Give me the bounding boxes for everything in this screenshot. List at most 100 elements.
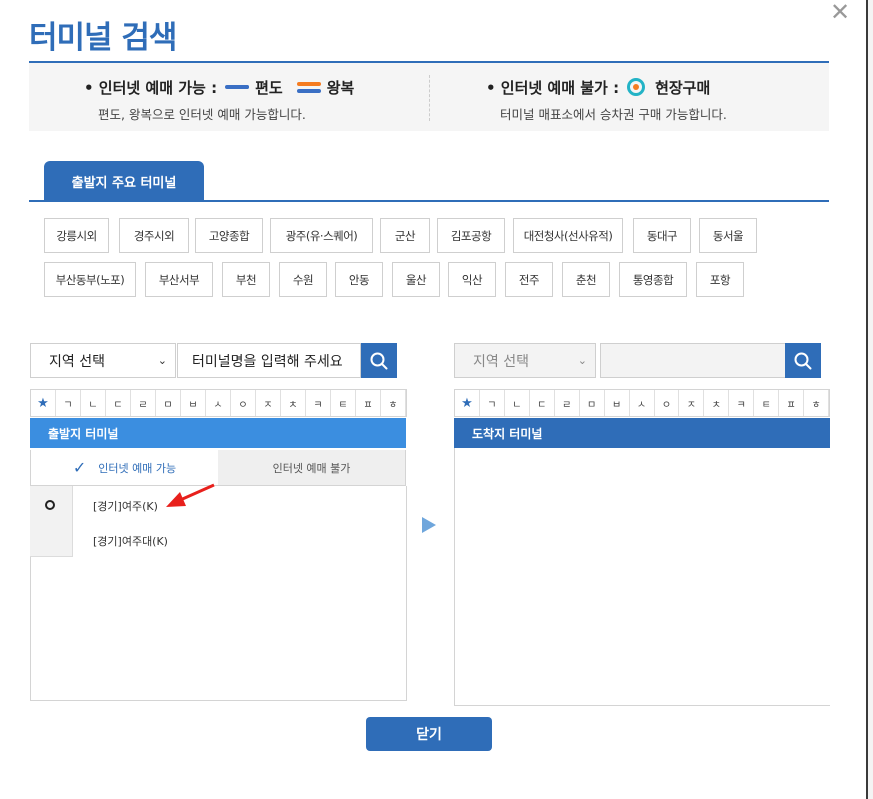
departure-list-gutter <box>30 486 73 557</box>
terminal-chip[interactable]: 부산동부(노포) <box>44 262 136 297</box>
consonant-filter[interactable]: ㅂ <box>181 390 206 416</box>
terminal-chip[interactable]: 대전청사(선사유적) <box>513 218 623 253</box>
oneway-label: 편도 <box>255 78 283 97</box>
consonant-filter[interactable]: ㄹ <box>555 390 580 416</box>
consonant-filter[interactable]: ㅎ <box>804 390 830 416</box>
arrival-search-button[interactable] <box>785 343 821 378</box>
terminal-chip[interactable]: 군산 <box>380 218 430 253</box>
search-icon <box>794 352 812 369</box>
consonant-filter[interactable]: ㅍ <box>356 390 381 416</box>
consonant-filter[interactable]: ㅌ <box>331 390 356 416</box>
close-button[interactable]: 닫기 <box>366 717 492 751</box>
arrival-search-input[interactable] <box>600 343 786 378</box>
consonant-filter[interactable]: ㅇ <box>655 390 680 416</box>
terminal-chip[interactable]: 김포공항 <box>437 218 505 253</box>
consonant-filter[interactable]: ㅇ <box>231 390 256 416</box>
terminal-chip[interactable]: 부천 <box>222 262 270 297</box>
consonant-filter[interactable]: ㅈ <box>256 390 281 416</box>
legend-unavailable: • 인터넷 예매 불가 : 현장구매 터미널 매표소에서 승차권 구매 가능합니… <box>486 76 727 123</box>
terminal-chip[interactable]: 경주시외 <box>119 218 189 253</box>
terminal-search-dialog: 터미널 검색 ✕ • 인터넷 예매 가능 : 편도 왕복 편도, 왕복으로 인터… <box>0 0 873 799</box>
terminal-chip[interactable]: 고양종합 <box>195 218 263 253</box>
booking-legend: • 인터넷 예매 가능 : 편도 왕복 편도, 왕복으로 인터넷 예매 가능합니… <box>29 61 829 131</box>
check-icon: ✓ <box>72 458 87 477</box>
legend-available: • 인터넷 예매 가능 : 편도 왕복 편도, 왕복으로 인터넷 예매 가능합니… <box>84 76 354 123</box>
search-icon <box>370 352 388 369</box>
selected-radio-icon[interactable] <box>45 500 55 510</box>
legend-unavailable-desc: 터미널 매표소에서 승차권 구매 가능합니다. <box>500 107 727 122</box>
consonant-filter[interactable]: ㄴ <box>81 390 106 416</box>
terminal-chip[interactable]: 춘천 <box>562 262 610 297</box>
terminal-chip[interactable]: 광주(유·스퀘어) <box>270 218 373 253</box>
tab-major-terminals[interactable]: 출발지 주요 터미널 <box>44 161 204 201</box>
tab-internet-available-label: 인터넷 예매 가능 <box>98 461 177 475</box>
tab-internet-unavailable[interactable]: 인터넷 예매 불가 <box>218 450 406 486</box>
legend-available-heading: • 인터넷 예매 가능 : <box>84 78 218 97</box>
consonant-filter[interactable]: ㅍ <box>779 390 805 416</box>
terminal-chip[interactable]: 울산 <box>392 262 440 297</box>
consonant-filter[interactable]: ㅅ <box>630 390 655 416</box>
consonant-filter[interactable]: ㄷ <box>106 390 131 416</box>
consonant-filter[interactable]: ㅎ <box>381 390 406 416</box>
dialog-title: 터미널 검색 <box>29 20 177 56</box>
close-icon[interactable]: ✕ <box>830 0 850 24</box>
consonant-filter[interactable]: ㄴ <box>505 390 530 416</box>
consonant-filter[interactable]: ㅊ <box>281 390 306 416</box>
tab-underline <box>29 200 829 202</box>
consonant-filter[interactable]: ㄱ <box>56 390 81 416</box>
terminal-chip[interactable]: 익산 <box>448 262 496 297</box>
consonant-filter[interactable]: ㅅ <box>206 390 231 416</box>
list-item[interactable]: [경기]여주대(K) <box>93 533 168 549</box>
star-icon[interactable]: ★ <box>31 390 56 416</box>
terminal-chip[interactable]: 안동 <box>335 262 383 297</box>
departure-search-button[interactable] <box>361 343 397 378</box>
arrival-panel-header: 도착지 터미널 <box>454 418 830 448</box>
consonant-filter[interactable]: ㅋ <box>729 390 755 416</box>
consonant-filter[interactable]: ㅌ <box>754 390 780 416</box>
terminal-chip[interactable]: 동서울 <box>699 218 757 253</box>
onsite-label: 현장구매 <box>655 78 711 97</box>
consonant-filter[interactable]: ㅁ <box>156 390 181 416</box>
terminal-chip[interactable]: 수원 <box>279 262 327 297</box>
list-item[interactable]: [경기]여주(K) <box>93 498 158 514</box>
arrival-consonant-filter: ★ ㄱㄴㄷㄹㅁㅂㅅㅇㅈㅊㅋㅌㅍㅎ <box>454 389 830 417</box>
consonant-filter[interactable]: ㄹ <box>131 390 156 416</box>
transfer-arrow-icon <box>422 517 436 533</box>
terminal-chip[interactable]: 동대구 <box>633 218 691 253</box>
departure-search-input[interactable]: 터미널명을 입력해 주세요 <box>177 343 361 378</box>
consonant-filter[interactable]: ㄷ <box>530 390 555 416</box>
terminal-chip[interactable]: 강릉시외 <box>44 218 109 253</box>
terminal-chip[interactable]: 부산서부 <box>145 262 213 297</box>
consonant-filter[interactable]: ㅋ <box>306 390 331 416</box>
window-edge <box>866 0 873 799</box>
arrival-region-value: 지역 선택 <box>473 353 529 370</box>
legend-divider <box>429 75 430 121</box>
consonant-filter[interactable]: ㅂ <box>605 390 630 416</box>
oneway-icon <box>225 82 250 92</box>
terminal-chip[interactable]: 통영종합 <box>619 262 687 297</box>
tab-internet-unavailable-label: 인터넷 예매 불가 <box>272 461 351 475</box>
arrival-region-select[interactable]: 지역 선택 ⌄ <box>454 343 596 378</box>
consonant-filter[interactable]: ㅊ <box>704 390 730 416</box>
legend-unavailable-heading: • 인터넷 예매 불가 : <box>486 78 620 97</box>
departure-panel-header: 출발지 터미널 <box>30 418 406 448</box>
terminal-chip[interactable]: 포항 <box>696 262 744 297</box>
onsite-purchase-icon <box>627 78 646 96</box>
departure-region-value: 지역 선택 <box>49 353 105 370</box>
consonant-filter[interactable]: ㅈ <box>679 390 705 416</box>
departure-terminal-list <box>30 486 407 701</box>
departure-consonant-filter: ★ ㄱㄴㄷㄹㅁㅂㅅㅇㅈㅊㅋㅌㅍㅎ <box>30 389 407 417</box>
roundtrip-label: 왕복 <box>326 78 355 97</box>
chevron-down-icon: ⌄ <box>157 354 167 367</box>
departure-region-select[interactable]: 지역 선택 ⌄ <box>30 343 176 378</box>
arrival-terminal-list <box>454 448 830 706</box>
consonant-filter[interactable]: ㅁ <box>580 390 605 416</box>
departure-search-placeholder: 터미널명을 입력해 주세요 <box>192 353 343 370</box>
star-icon[interactable]: ★ <box>455 390 480 416</box>
chevron-down-icon: ⌄ <box>577 354 587 367</box>
consonant-filter[interactable]: ㄱ <box>480 390 505 416</box>
red-arrow-annotation-icon <box>166 483 215 507</box>
terminal-chip[interactable]: 전주 <box>505 262 553 297</box>
roundtrip-icon <box>296 82 321 93</box>
legend-available-desc: 편도, 왕복으로 인터넷 예매 가능합니다. <box>98 107 306 122</box>
